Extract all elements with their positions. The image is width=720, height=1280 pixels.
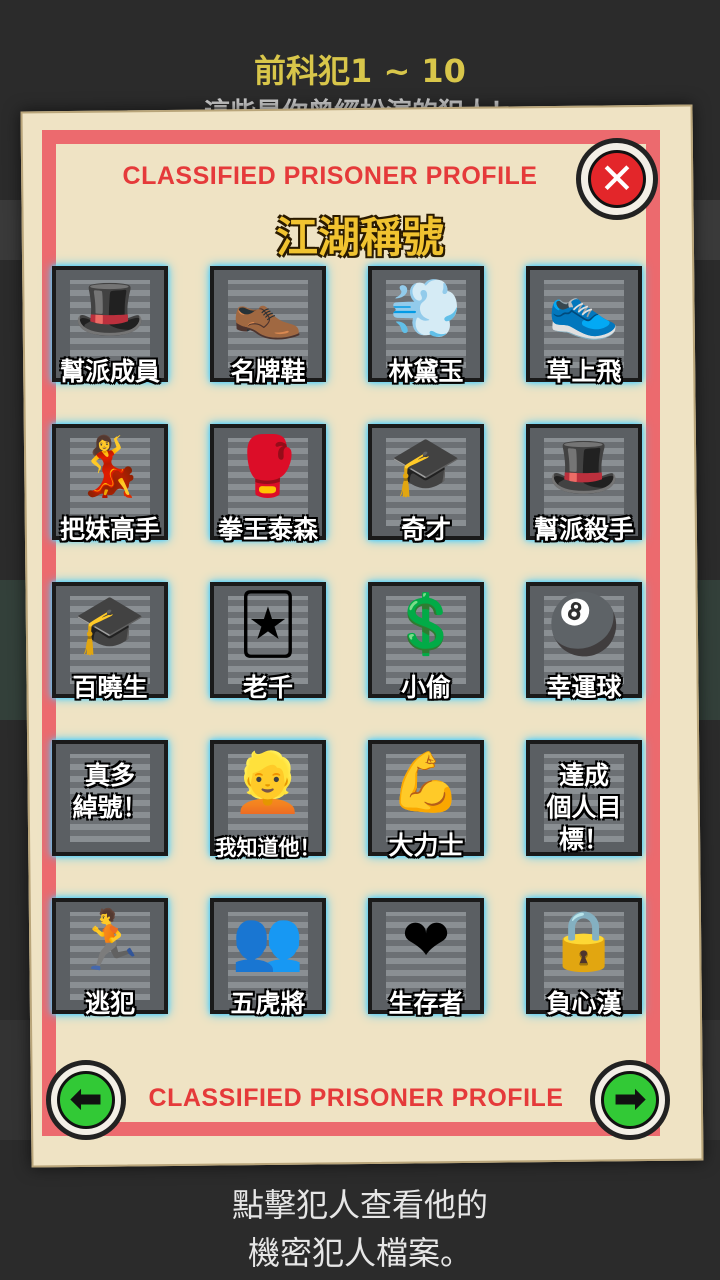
badge-grid: 🎩 幫派成員 👞 名牌鞋 💨 林黛玉 👟 草上飛 💃 把妹高手 🥊 拳王泰森 🎓 奇才 🎩 幫派殺手 🎓 百曉生 🃏… [52,266,672,1026]
badge-tile[interactable]: 🃏 老千 [210,582,326,702]
badge-label: 名牌鞋 [230,357,306,386]
close-button[interactable]: ✕ [576,138,658,220]
badge-tile[interactable]: 🏃 逃犯 [52,898,168,1018]
graduation-cap-plus-icon: 🎓 [389,432,463,500]
arrow-right-icon: ➡ [601,1071,659,1129]
badge-tile[interactable]: 💃 把妹高手 [52,424,168,544]
fedora-cigarette-icon: 🎩 [547,432,621,500]
badge-tile[interactable]: 🎓 百曉生 [52,582,168,702]
badge-label: 生存者 [388,989,464,1018]
badge-label: 老千 [242,673,293,702]
dollar-hand-icon: 💲 [389,590,463,658]
badge-tile[interactable]: 🎱 幸運球 [526,582,642,702]
badge-center-text: 達成 個人目標！ [546,761,622,854]
tissue-minus-icon: 💨 [389,274,463,342]
hint-line-1: 點擊犯人查看他的 [231,1186,488,1224]
badge-tile[interactable]: 🥊 拳王泰森 [210,424,326,544]
badge-label: 林黛玉 [388,357,464,386]
woman-heart-icon: 💃 [73,432,147,500]
eight-ball-icon: 🎱 [547,590,621,658]
badge-tile[interactable]: 真多 綽號！ [52,740,168,856]
badge-tile[interactable]: 💲 小偷 [368,582,484,702]
strongman-icon: 💪 [389,748,463,816]
badge-tile[interactable]: 達成 個人目標！ [526,740,642,856]
hint-line-2: 機密犯人檔案。 [247,1234,472,1272]
running-legs-icon: 🏃 [73,906,147,974]
badge-label: 百曉生 [72,673,148,702]
badge-center-text: 真多 綽號！ [72,761,148,822]
five-prisoners-icon: 👥 [231,906,305,974]
badge-label: 小偷 [400,673,451,702]
badge-label: 把妹高手 [59,515,160,544]
badge-label: 我知道他！ [215,836,321,860]
close-icon: ✕ [588,150,646,208]
badge-tile[interactable]: 🎩 幫派成員 [52,266,168,386]
badge-tile[interactable]: 👥 五虎將 [210,898,326,1018]
badge-tile[interactable]: 💨 林黛玉 [368,266,484,386]
graduation-cap-icon: 🎓 [73,590,147,658]
badge-label: 幸運球 [546,673,622,702]
badge-label: 大力士 [388,831,464,860]
playing-cards-icon: 🃏 [238,590,298,658]
woman-behind-bars-icon: 🔒 [547,906,621,974]
next-page-button[interactable]: ➡ [590,1060,670,1140]
badge-label: 奇才 [400,515,451,544]
badge-label: 幫派殺手 [533,515,634,544]
badge-tile[interactable]: 💪 大力士 [368,740,484,860]
badge-tile[interactable]: 👞 名牌鞋 [210,266,326,386]
old-man-shoe-icon: 👟 [547,274,621,342]
arrow-left-icon: ⬅ [57,1071,115,1129]
blonde-woman-icon: 👱 [231,748,305,816]
page-title: 前科犯1 ~ 10 [254,52,466,90]
gold-shoe-icon: 👞 [231,274,305,342]
badge-tile[interactable]: 👟 草上飛 [526,266,642,386]
badge-label: 負心漢 [546,989,622,1018]
badge-label: 草上飛 [546,357,622,386]
badge-label: 五虎將 [230,989,306,1018]
boxing-gloves-crown-icon: 🥊 [231,432,305,500]
badge-tile[interactable]: 👱 我知道他！ [210,740,326,860]
badge-label: 逃犯 [84,989,135,1018]
badge-label: 拳王泰森 [217,515,318,544]
badge-tile[interactable]: ❤ 生存者 [368,898,484,1018]
badge-tile[interactable]: 🎓 奇才 [368,424,484,544]
fedora-hat-icon: 🎩 [73,274,147,342]
badge-tile[interactable]: 🎩 幫派殺手 [526,424,642,544]
badge-label: 幫派成員 [59,357,160,386]
previous-page-button[interactable]: ⬅ [46,1060,126,1140]
badge-tile[interactable]: 🔒 負心漢 [526,898,642,1018]
heart-cell-icon: ❤ [401,906,451,974]
